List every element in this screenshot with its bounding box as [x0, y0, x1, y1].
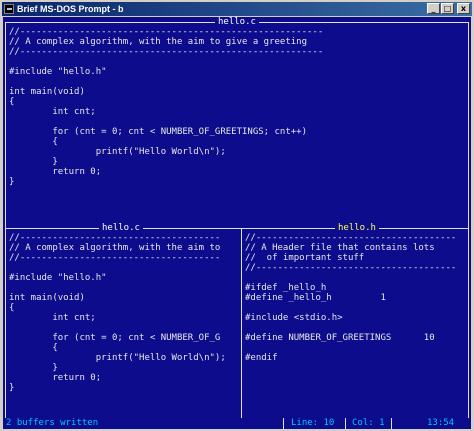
status-line: Line: 10: [291, 418, 335, 428]
code-line[interactable]: [245, 323, 456, 333]
right-frame-border: [468, 22, 469, 419]
code-line[interactable]: //-------------------------------------: [9, 253, 226, 263]
code-line[interactable]: printf("Hello World\n");: [9, 353, 226, 363]
bottom-left-pane-title[interactable]: hello.c: [99, 223, 143, 234]
code-line[interactable]: [9, 57, 323, 67]
status-divider: [345, 418, 346, 429]
code-line[interactable]: {: [9, 137, 323, 147]
status-column: Col: 1: [352, 418, 385, 428]
code-line[interactable]: #include "hello.h": [9, 67, 323, 77]
code-line[interactable]: //-------------------------------------: [9, 233, 226, 243]
status-bar: 2 buffers written Line: 10 Col: 1 13:54: [3, 418, 471, 429]
code-line[interactable]: [245, 303, 456, 313]
code-line[interactable]: // A complex algorithm, with the aim to: [9, 243, 226, 253]
bottom-right-pane-code[interactable]: //------------------------------------- /…: [245, 233, 456, 363]
msdos-window: Brief MS-DOS Prompt - b _ □ x hello.c //…: [0, 0, 474, 431]
code-line[interactable]: }: [9, 363, 226, 373]
code-line[interactable]: [9, 283, 226, 293]
code-line[interactable]: {: [9, 303, 226, 313]
bottom-right-pane[interactable]: //------------------------------------- /…: [242, 229, 468, 417]
msdos-app-icon[interactable]: [4, 4, 14, 14]
code-line[interactable]: #ifdef _hello_h: [245, 283, 456, 293]
bottom-right-pane-title[interactable]: hello.h: [335, 223, 379, 234]
code-line[interactable]: int main(void): [9, 293, 226, 303]
top-pane-code[interactable]: //--------------------------------------…: [9, 27, 323, 187]
code-line[interactable]: }: [9, 383, 226, 393]
code-line[interactable]: int main(void): [9, 87, 323, 97]
code-line[interactable]: //-------------------------------------: [245, 233, 456, 243]
code-line[interactable]: // A complex algorithm, with the aim to …: [9, 37, 323, 47]
window-title: Brief MS-DOS Prompt - b: [17, 4, 124, 14]
code-line[interactable]: int cnt;: [9, 107, 323, 117]
title-bar[interactable]: Brief MS-DOS Prompt - b _ □ x: [2, 2, 472, 16]
status-message: 2 buffers written: [6, 418, 99, 428]
code-line[interactable]: printf("Hello World\n");: [9, 147, 323, 157]
code-line[interactable]: }: [9, 177, 323, 187]
status-time: 13:54: [427, 418, 455, 428]
code-line[interactable]: //--------------------------------------…: [9, 47, 323, 57]
code-line[interactable]: [245, 273, 456, 283]
code-line[interactable]: // A Header file that contains lots: [245, 243, 456, 253]
close-button[interactable]: x: [457, 3, 470, 14]
code-line[interactable]: [245, 343, 456, 353]
code-line[interactable]: //--------------------------------------…: [9, 27, 323, 37]
code-line[interactable]: return 0;: [9, 167, 323, 177]
code-line[interactable]: #include <stdio.h>: [245, 313, 456, 323]
maximize-button[interactable]: □: [441, 3, 454, 14]
code-line[interactable]: #include "hello.h": [9, 273, 226, 283]
code-line[interactable]: [9, 263, 226, 273]
code-line[interactable]: return 0;: [9, 373, 226, 383]
top-pane-title[interactable]: hello.c: [215, 17, 259, 28]
code-line[interactable]: int cnt;: [9, 313, 226, 323]
status-divider: [391, 418, 392, 429]
code-line[interactable]: // of important stuff: [245, 253, 456, 263]
minimize-button[interactable]: _: [427, 3, 440, 14]
code-line[interactable]: #define _hello_h 1: [245, 293, 456, 303]
code-line[interactable]: for (cnt = 0; cnt < NUMBER_OF_G: [9, 333, 226, 343]
code-line[interactable]: {: [9, 343, 226, 353]
code-line[interactable]: #define NUMBER_OF_GREETINGS 10: [245, 333, 456, 343]
code-line[interactable]: //-------------------------------------: [245, 263, 456, 273]
status-divider: [283, 418, 284, 429]
code-line[interactable]: [9, 77, 323, 87]
code-line[interactable]: }: [9, 157, 323, 167]
code-line[interactable]: [9, 323, 226, 333]
code-line[interactable]: {: [9, 97, 323, 107]
code-line[interactable]: for (cnt = 0; cnt < NUMBER_OF_GREETINGS;…: [9, 127, 323, 137]
code-line[interactable]: [9, 117, 323, 127]
bottom-left-pane[interactable]: //------------------------------------- /…: [6, 229, 240, 417]
bottom-left-pane-code[interactable]: //------------------------------------- /…: [9, 233, 226, 393]
code-line[interactable]: #endif: [245, 353, 456, 363]
brief-editor-screen[interactable]: hello.c //------------------------------…: [3, 17, 471, 429]
